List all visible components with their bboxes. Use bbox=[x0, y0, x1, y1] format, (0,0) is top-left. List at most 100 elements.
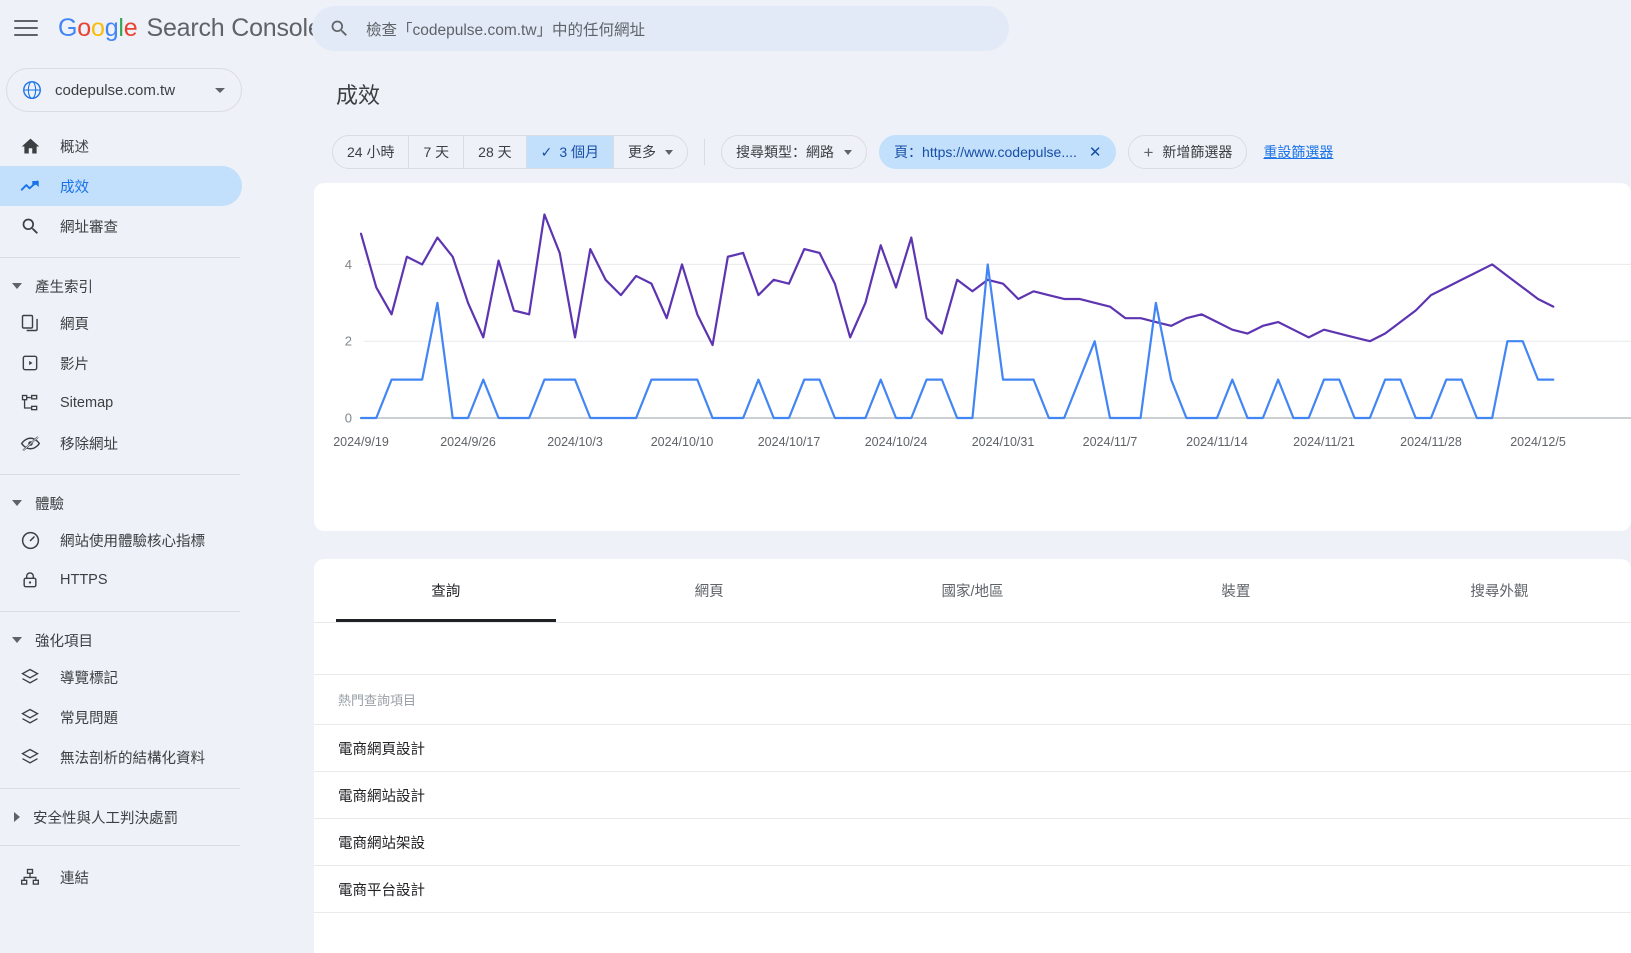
table-row[interactable]: 電商網站設計 bbox=[314, 772, 1631, 819]
chevron-down-icon bbox=[12, 637, 22, 643]
tab-devices[interactable]: 裝置 bbox=[1104, 559, 1367, 622]
sidebar-group-experience[interactable]: 體驗 bbox=[0, 486, 312, 520]
sidebar-item-https[interactable]: HTTPS bbox=[0, 560, 242, 600]
x-axis-tick-label: 2024/10/24 bbox=[865, 435, 928, 449]
sidebar-item-label: 網站使用體驗核心指標 bbox=[60, 533, 205, 550]
url-inspection-search[interactable]: 檢查「codepulse.com.tw」中的任何網址 bbox=[312, 6, 1009, 51]
tab-search-appearance[interactable]: 搜尋外觀 bbox=[1368, 559, 1631, 622]
sidebar-item-faq[interactable]: 常見問題 bbox=[0, 697, 242, 737]
tab-label: 網頁 bbox=[694, 584, 724, 600]
tab-queries[interactable]: 查詢 bbox=[314, 559, 577, 622]
date-range-selector: 24 小時 7 天 28 天 ✓ 3 個月 更多 bbox=[332, 135, 689, 169]
sidebar-item-pages[interactable]: 網頁 bbox=[0, 303, 242, 343]
date-range-more[interactable]: 更多 bbox=[614, 136, 687, 168]
sidebar-item-label: 網址審查 bbox=[60, 219, 118, 236]
sidebar-group-enhancements[interactable]: 強化項目 bbox=[0, 623, 312, 657]
table-row[interactable]: 電商平台設計 bbox=[314, 866, 1631, 913]
date-range-24h[interactable]: 24 小時 bbox=[333, 136, 410, 168]
x-axis-tick-label: 2024/10/31 bbox=[972, 435, 1035, 449]
x-axis-tick-label: 2024/10/3 bbox=[547, 435, 603, 449]
x-axis-tick-label: 2024/12/5 bbox=[1510, 435, 1566, 449]
add-filter-button[interactable]: + 新增篩選器 bbox=[1128, 135, 1248, 169]
reset-filters-link[interactable]: 重設篩選器 bbox=[1263, 142, 1333, 162]
search-placeholder: 檢查「codepulse.com.tw」中的任何網址 bbox=[366, 21, 646, 39]
layers-icon bbox=[18, 705, 42, 729]
sidebar-item-label: HTTPS bbox=[60, 572, 108, 588]
tab-label: 國家/地區 bbox=[941, 584, 1004, 600]
check-icon: ✓ bbox=[540, 144, 553, 160]
column-header-query: 熱門查詢項目 bbox=[338, 693, 417, 708]
sidebar-item-label: Sitemap bbox=[60, 395, 114, 411]
lock-icon bbox=[18, 568, 42, 592]
date-range-7d[interactable]: 7 天 bbox=[409, 136, 465, 168]
sitemap-icon bbox=[18, 391, 42, 415]
table-row[interactable]: 電商網頁設計 bbox=[314, 725, 1631, 772]
x-axis-tick-label: 2024/11/7 bbox=[1083, 435, 1138, 449]
date-range-label: 7 天 bbox=[423, 144, 450, 160]
sidebar-item-label: 導覽標記 bbox=[60, 670, 118, 687]
pages-icon bbox=[18, 311, 42, 335]
close-icon[interactable]: ✕ bbox=[1089, 145, 1102, 160]
cell-query: 電商網站設計 bbox=[338, 788, 425, 805]
date-range-label: 更多 bbox=[628, 144, 657, 160]
sidebar-item-videos[interactable]: 影片 bbox=[0, 343, 242, 383]
sidebar-divider bbox=[0, 788, 240, 789]
y-axis-tick-label: 4 bbox=[345, 257, 352, 272]
x-axis-tick-label: 2024/11/21 bbox=[1293, 435, 1355, 449]
sidebar-item-label: 網頁 bbox=[60, 316, 89, 333]
filter-divider bbox=[704, 139, 706, 165]
sidebar-item-url-inspection[interactable]: 網址審查 bbox=[0, 206, 242, 246]
sidebar-item-unparsable-structured-data[interactable]: 無法剖析的結構化資料 bbox=[0, 737, 242, 777]
page-filter-label: 頁：https://www.codepulse.... bbox=[894, 144, 1077, 160]
sidebar-item-core-web-vitals[interactable]: 網站使用體驗核心指標 bbox=[0, 520, 242, 560]
performance-chart[interactable]: 0 2 4 2024/9/19 2024/9/26 2024/10/3 2024/10/1… bbox=[314, 183, 1631, 531]
sidebar-item-overview[interactable]: 概述 bbox=[0, 126, 242, 166]
globe-icon bbox=[21, 79, 43, 101]
home-icon bbox=[18, 134, 42, 158]
page-filter-chip[interactable]: 頁：https://www.codepulse.... ✕ bbox=[879, 135, 1117, 169]
sidebar-item-removals[interactable]: 移除網址 bbox=[0, 423, 242, 463]
performance-chart-card: 0 2 4 2024/9/19 2024/9/26 2024/10/3 2024/10/1… bbox=[314, 183, 1631, 531]
performance-table-card: 查詢 網頁 國家/地區 裝置 搜尋外觀 熱門查詢項目 電商網頁設計 電商網站設計… bbox=[314, 559, 1631, 953]
search-icon bbox=[18, 214, 42, 238]
table-header-row: 熱門查詢項目 bbox=[314, 675, 1631, 725]
table-row[interactable]: 電商網站架設 bbox=[314, 819, 1631, 866]
sidebar-group-label: 安全性與人工判決處罰 bbox=[33, 810, 178, 827]
sidebar-item-links[interactable]: 連結 bbox=[0, 857, 242, 897]
date-range-28d[interactable]: 28 天 bbox=[464, 136, 527, 168]
sidebar-item-breadcrumbs[interactable]: 導覽標記 bbox=[0, 657, 242, 697]
x-axis-tick-label: 2024/10/17 bbox=[758, 435, 821, 449]
trending-up-icon bbox=[18, 174, 42, 198]
menu-icon[interactable] bbox=[14, 16, 38, 40]
sidebar-item-sitemap[interactable]: Sitemap bbox=[0, 383, 242, 423]
chart-y-axis-ticks: 0 2 4 bbox=[345, 257, 352, 426]
plus-icon: + bbox=[1143, 142, 1154, 162]
chevron-right-icon bbox=[14, 812, 20, 822]
tab-pages[interactable]: 網頁 bbox=[577, 559, 840, 622]
chevron-down-icon bbox=[12, 500, 22, 506]
links-icon bbox=[18, 865, 42, 889]
tab-countries[interactable]: 國家/地區 bbox=[841, 559, 1104, 622]
sidebar-item-label: 連結 bbox=[60, 870, 89, 887]
sidebar-divider bbox=[0, 474, 240, 475]
sidebar-item-performance[interactable]: 成效 bbox=[0, 166, 242, 206]
sidebar-item-label: 成效 bbox=[60, 179, 89, 196]
search-type-filter-chip[interactable]: 搜尋類型：網路 bbox=[721, 135, 868, 169]
x-axis-tick-label: 2024/10/10 bbox=[651, 435, 714, 449]
y-axis-tick-label: 0 bbox=[345, 411, 352, 426]
sidebar-group-security-manual-actions[interactable]: 安全性與人工判決處罰 bbox=[0, 800, 312, 834]
sidebar-item-label: 概述 bbox=[60, 139, 89, 156]
date-range-3m[interactable]: ✓ 3 個月 bbox=[526, 136, 615, 168]
speedometer-icon bbox=[18, 528, 42, 552]
chevron-down-icon bbox=[844, 149, 853, 155]
main-content: 成效 24 小時 7 天 28 天 ✓ 3 個月 更多 搜尋類型：網路 頁：htt… bbox=[312, 56, 1631, 953]
primary-nav: 概述 成效 網址審查 bbox=[0, 126, 312, 246]
tab-label: 裝置 bbox=[1221, 584, 1251, 600]
chevron-down-icon bbox=[665, 149, 674, 155]
google-wordmark: Google bbox=[58, 13, 138, 42]
sidebar-group-indexing[interactable]: 產生索引 bbox=[0, 269, 312, 303]
sidebar-divider bbox=[0, 611, 240, 612]
layers-icon bbox=[18, 665, 42, 689]
search-icon bbox=[329, 18, 350, 39]
property-selector[interactable]: codepulse.com.tw bbox=[6, 68, 242, 112]
